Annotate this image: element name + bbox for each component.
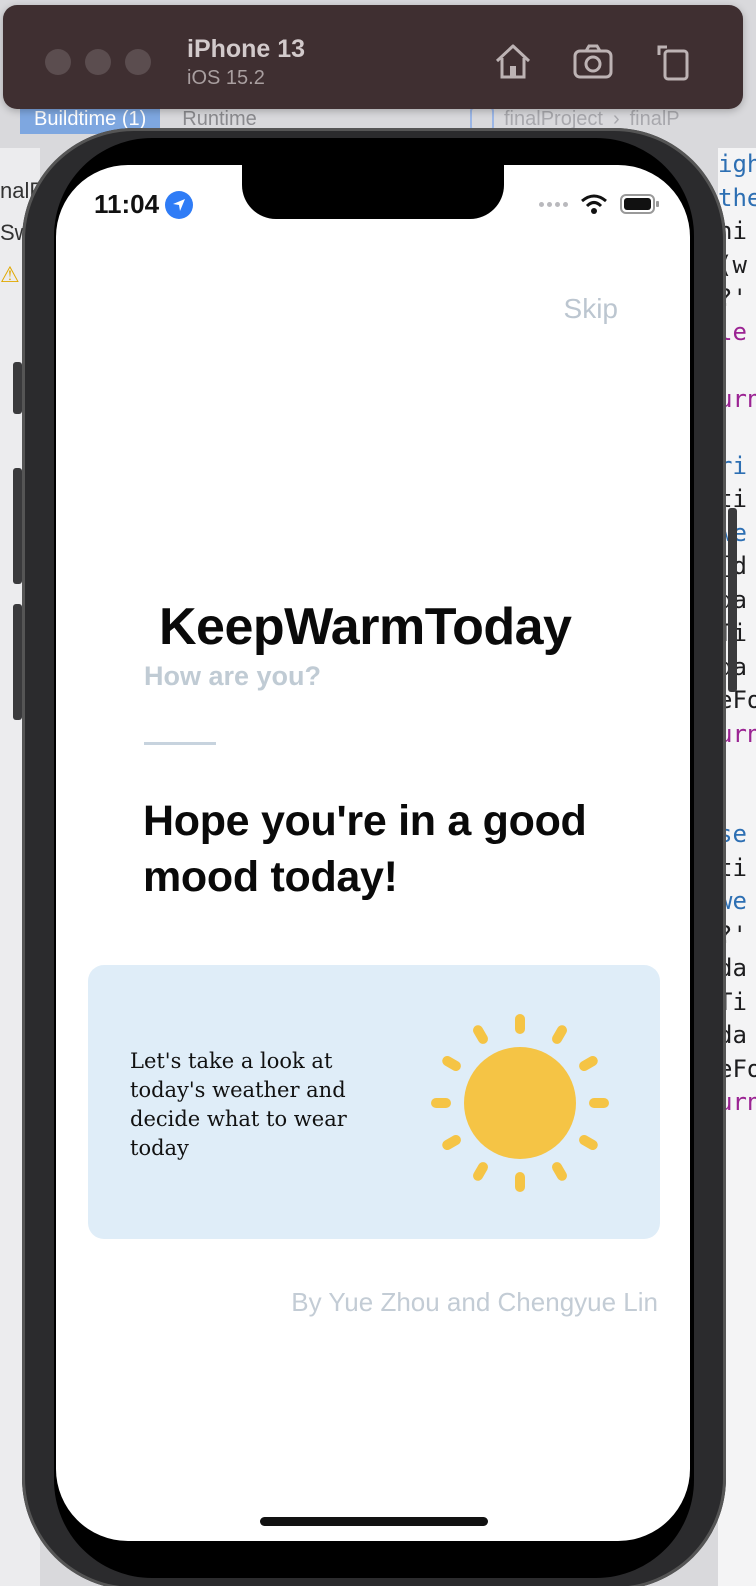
app-title: KeepWarmToday (159, 598, 572, 656)
app-screen: 11:04 Skip KeepWarmToday How are you? Ho… (56, 165, 690, 1541)
app-subtitle: How are you? (144, 661, 322, 691)
notch (242, 165, 504, 219)
code-line: the (718, 183, 756, 212)
code-line: igh_t (718, 150, 756, 178)
sun-ray (579, 1056, 598, 1071)
status-time: 11:04 (94, 189, 160, 219)
sun-ray (442, 1135, 461, 1150)
minimize-window-button[interactable] (85, 49, 111, 75)
sun-icon (431, 1014, 609, 1192)
wifi-icon (581, 194, 607, 214)
sun-ray (473, 1162, 488, 1181)
divider (144, 742, 216, 745)
home-icon[interactable] (491, 39, 535, 83)
battery-icon (620, 194, 659, 214)
breadcrumb-folder[interactable]: finalP (630, 108, 680, 131)
weather-card-text: Let's take a look at today's weather and… (130, 1049, 347, 1160)
status-bar-indicators (539, 193, 660, 215)
mood-message: Hope you're in a good mood today! (143, 797, 587, 901)
status-bar-time-group: 11:04 (94, 189, 194, 220)
sun-ray (473, 1025, 488, 1044)
signal-dots-icon (539, 201, 568, 207)
device-name: iPhone 13 (187, 35, 306, 63)
weather-card: Let's take a look at today's weather and… (88, 965, 660, 1239)
simulator-toolbar: iPhone 13 iOS 15.2 (3, 5, 743, 109)
sun-ray (552, 1162, 567, 1181)
sun-ray (579, 1135, 598, 1150)
location-arrow-icon (165, 190, 194, 219)
volume-up-button (13, 468, 22, 584)
sun-ray (442, 1056, 461, 1071)
os-version: iOS 15.2 (187, 67, 265, 89)
sun-ray (552, 1025, 567, 1044)
warning-icon: ⚠ (0, 262, 20, 287)
power-button (728, 508, 737, 692)
zoom-window-button[interactable] (125, 49, 151, 75)
volume-down-button (13, 604, 22, 720)
mute-switch (13, 362, 22, 414)
skip-button[interactable]: Skip (564, 293, 618, 325)
close-window-button[interactable] (45, 49, 71, 75)
camera-icon[interactable] (571, 39, 615, 83)
credits: By Yue Zhou and Chengyue Lin (291, 1287, 658, 1317)
home-indicator[interactable] (260, 1517, 488, 1526)
rotate-icon[interactable] (651, 39, 695, 83)
